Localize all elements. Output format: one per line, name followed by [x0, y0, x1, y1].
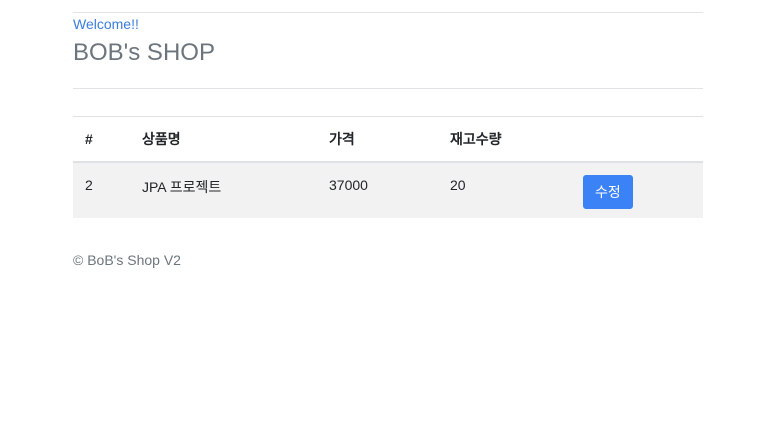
footer-copyright: © BoB's Shop V2 — [73, 252, 181, 268]
cell-action: 수정 — [571, 162, 703, 218]
column-header-id: # — [85, 130, 93, 147]
column-header-price: 가격 — [329, 130, 355, 147]
cell-price: 37000 — [329, 176, 368, 193]
table-row: 2 JPA 프로젝트 37000 20 수정 — [73, 161, 703, 218]
top-divider — [73, 12, 703, 13]
cell-stock: 20 — [450, 176, 466, 193]
item-table: # 상품명 가격 재고수량 2 JPA 프로젝트 37000 20 수정 — [73, 116, 703, 218]
cell-id: 2 — [85, 176, 93, 193]
edit-button[interactable]: 수정 — [583, 174, 633, 209]
table-body: 2 JPA 프로젝트 37000 20 수정 — [73, 161, 703, 218]
column-header-stock: 재고수량 — [450, 130, 502, 147]
column-header-name: 상품명 — [142, 130, 181, 147]
table-header-row: # 상품명 가격 재고수량 — [73, 116, 703, 162]
column-header-action — [571, 117, 703, 162]
header-divider — [73, 88, 703, 89]
table-header: # 상품명 가격 재고수량 — [73, 116, 703, 162]
cell-name: JPA 프로젝트 — [142, 178, 222, 195]
welcome-link[interactable]: Welcome!! — [73, 15, 139, 33]
page-title: BOB's SHOP — [73, 39, 215, 66]
